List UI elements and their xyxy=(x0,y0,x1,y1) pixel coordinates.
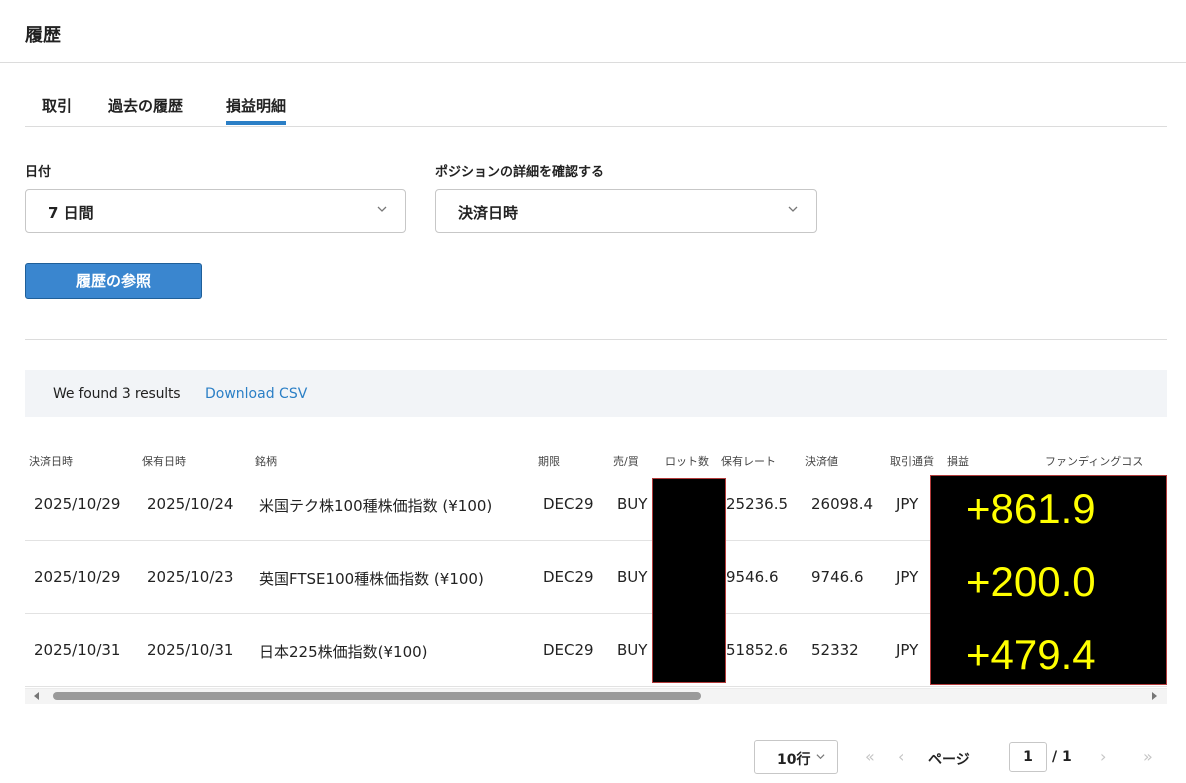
column-header-lots[interactable]: ロット数 xyxy=(665,453,709,469)
cell-close-date: 2025/10/29 xyxy=(34,495,121,513)
cell-pnl: +479.4 xyxy=(966,631,1096,678)
column-header-side[interactable]: 売/買 xyxy=(613,453,639,469)
cell-open-rate: 9546.6 xyxy=(726,568,779,586)
prev-page-icon[interactable]: ‹ xyxy=(898,747,904,766)
cell-expiry: DEC29 xyxy=(543,568,594,586)
cell-pnl: +200.0 xyxy=(966,558,1096,605)
cell-symbol: 米国テク株100種株価指数 (¥100) xyxy=(259,497,493,515)
position-detail-select[interactable]: 決済日時 xyxy=(435,189,817,233)
cell-open-date: 2025/10/24 xyxy=(147,495,234,513)
column-header-close-date[interactable]: 決済日時 xyxy=(29,453,73,469)
scroll-right-arrow-icon[interactable] xyxy=(1152,692,1157,700)
cell-currency: JPY xyxy=(896,641,919,659)
column-header-open-date[interactable]: 保有日時 xyxy=(142,453,186,469)
column-header-funding-cost[interactable]: ファンディングコス xyxy=(1045,453,1143,469)
page-label: ページ xyxy=(928,752,970,768)
cell-close-date: 2025/10/31 xyxy=(34,641,121,659)
column-header-expiry[interactable]: 期限 xyxy=(538,453,560,469)
cell-currency: JPY xyxy=(896,495,919,513)
section-divider xyxy=(25,339,1167,340)
results-bar: We found 3 results Download CSV xyxy=(25,370,1167,417)
download-csv-link[interactable]: Download CSV xyxy=(205,386,307,402)
page-number-input[interactable]: 1 xyxy=(1009,742,1047,772)
last-page-icon[interactable]: » xyxy=(1143,747,1153,766)
cell-open-rate: 51852.6 xyxy=(726,641,789,659)
horizontal-scrollbar[interactable] xyxy=(25,688,1167,704)
date-range-value: 7 日間 xyxy=(48,204,94,222)
cell-open-date: 2025/10/31 xyxy=(147,641,234,659)
rows-per-page-value: 10行 xyxy=(777,752,811,768)
header-divider xyxy=(0,62,1186,63)
rows-per-page-select[interactable]: 10行 xyxy=(754,740,838,774)
cell-open-rate: 25236.5 xyxy=(726,495,789,513)
column-header-symbol[interactable]: 銘柄 xyxy=(255,453,277,469)
position-detail-label: ポジションの詳細を確認する xyxy=(435,165,605,180)
page-title: 履歴 xyxy=(25,25,61,46)
cell-currency: JPY xyxy=(896,568,919,586)
tab-bar: 取引 過去の履歴 損益明細 xyxy=(25,95,1167,127)
tab-pnl-details[interactable]: 損益明細 xyxy=(226,95,287,125)
tab-trades[interactable]: 取引 xyxy=(42,95,72,116)
cell-open-date: 2025/10/23 xyxy=(147,568,234,586)
first-page-icon[interactable]: « xyxy=(865,747,875,766)
chevron-down-icon xyxy=(788,206,798,212)
date-range-select[interactable]: 7 日間 xyxy=(25,189,406,233)
cell-symbol: 日本225株価指数(¥100) xyxy=(259,643,428,661)
cell-symbol: 英国FTSE100種株価指数 (¥100) xyxy=(259,570,484,588)
column-header-currency[interactable]: 取引通貨 xyxy=(890,453,934,469)
scroll-left-arrow-icon[interactable] xyxy=(34,692,39,700)
cell-close-date: 2025/10/29 xyxy=(34,568,121,586)
tab-past-history[interactable]: 過去の履歴 xyxy=(108,95,183,116)
cell-side: BUY xyxy=(617,641,648,659)
column-header-pnl[interactable]: 損益 xyxy=(947,453,969,469)
chevron-down-icon xyxy=(377,206,387,212)
column-header-close-price[interactable]: 決済値 xyxy=(805,453,838,469)
history-table: 決済日時 保有日時 銘柄 期限 売/買 ロット数 保有レート 決済値 取引通貨 … xyxy=(25,440,1167,688)
chevron-down-icon xyxy=(816,754,825,760)
cell-expiry: DEC29 xyxy=(543,495,594,513)
view-history-button[interactable]: 履歴の参照 xyxy=(25,263,202,299)
cell-pnl: +861.9 xyxy=(966,485,1096,532)
column-header-open-rate[interactable]: 保有レート xyxy=(721,453,776,469)
cell-side: BUY xyxy=(617,568,648,586)
date-label: 日付 xyxy=(25,165,52,180)
cell-expiry: DEC29 xyxy=(543,641,594,659)
scrollbar-thumb[interactable] xyxy=(53,692,701,700)
total-pages: / 1 xyxy=(1052,749,1072,765)
cell-close-price: 52332 xyxy=(811,641,859,659)
results-count: We found 3 results xyxy=(53,386,181,402)
cell-side: BUY xyxy=(617,495,648,513)
cell-close-price: 26098.4 xyxy=(811,495,874,513)
cell-close-price: 9746.6 xyxy=(811,568,864,586)
position-detail-value: 決済日時 xyxy=(458,204,519,222)
redaction-lots xyxy=(652,478,726,683)
row-divider xyxy=(25,686,1167,687)
next-page-icon[interactable]: › xyxy=(1100,747,1106,766)
